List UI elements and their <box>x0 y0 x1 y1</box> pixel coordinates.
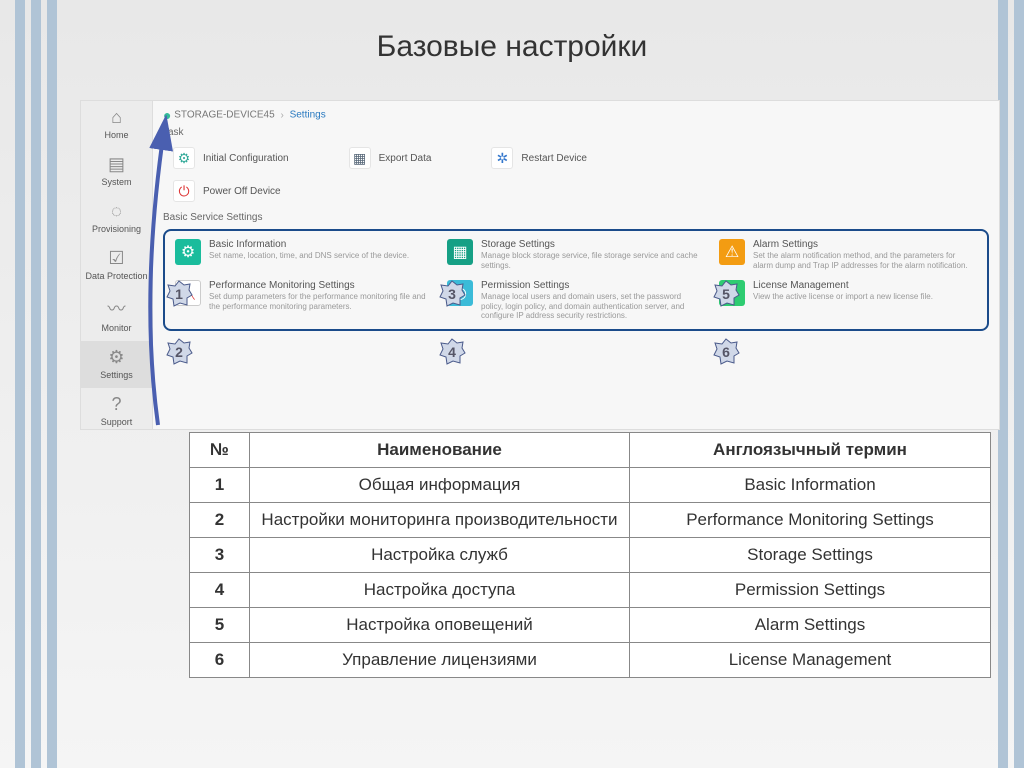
restart-icon: ✲ <box>491 147 513 169</box>
task-label: Restart Device <box>521 153 587 164</box>
card-desc: Manage block storage service, file stora… <box>481 251 705 270</box>
card-basic-information[interactable]: ⚙ Basic InformationSet name, location, t… <box>175 239 433 270</box>
gear-icon: ⚙ <box>108 347 124 368</box>
system-icon: ▤ <box>108 154 125 175</box>
card-permission-settings[interactable]: ◉ Permission SettingsManage local users … <box>447 280 705 321</box>
breadcrumb-device[interactable]: STORAGE-DEVICE45 <box>174 110 274 121</box>
monitor-icon: 〰 <box>108 295 126 321</box>
table-row: 4Настройка доступаPermission Settings <box>190 573 991 608</box>
task-power-off[interactable]: ⏻Power Off Device <box>173 180 281 202</box>
card-desc: View the active license or import a new … <box>753 292 977 302</box>
chevron-right-icon: › <box>280 110 283 121</box>
task-label: Power Off Device <box>203 186 281 197</box>
storage-icon: ▦ <box>447 239 473 265</box>
basic-service-settings-box: ⚙ Basic InformationSet name, location, t… <box>163 229 989 331</box>
callout-badge-4: 4 <box>438 338 466 366</box>
slide-title: Базовые настройки <box>0 0 1024 64</box>
sidebar-item-label: Settings <box>100 370 133 380</box>
card-title: Performance Monitoring Settings <box>209 280 433 291</box>
table-row: 6Управление лицензиямиLicense Management <box>190 643 991 678</box>
card-license-management[interactable]: ✔ License ManagementView the active lice… <box>719 280 977 321</box>
card-desc: Manage local users and domain users, set… <box>481 292 705 321</box>
sidebar-item-label: Monitor <box>101 323 131 333</box>
task-restart-device[interactable]: ✲ Restart Device <box>491 147 587 169</box>
task-label: Initial Configuration <box>203 153 289 164</box>
card-performance-monitoring[interactable]: 〽 Performance Monitoring SettingsSet dum… <box>175 280 433 321</box>
card-title: Alarm Settings <box>753 239 977 250</box>
callout-badge-3: 3 <box>438 280 466 308</box>
card-alarm-settings[interactable]: ⚠ Alarm SettingsSet the alarm notificati… <box>719 239 977 270</box>
breadcrumb: ● STORAGE-DEVICE45 › Settings <box>163 107 989 123</box>
decorative-bars-left <box>15 0 57 768</box>
card-title: Storage Settings <box>481 239 705 250</box>
arrow-annotation <box>130 115 180 435</box>
callout-badge-2: 2 <box>165 338 193 366</box>
sidebar-item-label: Support <box>101 417 133 427</box>
shield-icon: ☑ <box>108 248 124 269</box>
col-num: № <box>190 433 250 468</box>
card-title: License Management <box>753 280 977 291</box>
card-title: Permission Settings <box>481 280 705 291</box>
provisioning-icon: ◌ <box>111 201 122 222</box>
decorative-bars-right <box>998 0 1024 768</box>
callout-badge-6: 6 <box>712 338 740 366</box>
task-initial-configuration[interactable]: ⚙Initial Configuration <box>173 147 289 169</box>
legend-table-wrap: № Наименование Англоязычный термин 1Обща… <box>189 432 991 678</box>
legend-table: № Наименование Англоязычный термин 1Обща… <box>189 432 991 678</box>
card-title: Basic Information <box>209 239 433 250</box>
table-row: 3Настройка службStorage Settings <box>190 538 991 573</box>
section-basic-label: Basic Service Settings <box>163 212 989 223</box>
task-export-data[interactable]: ▦ Export Data <box>349 147 432 169</box>
col-ru: Наименование <box>250 433 630 468</box>
card-desc: Set the alarm notification method, and t… <box>753 251 977 270</box>
card-storage-settings[interactable]: ▦ Storage SettingsManage block storage s… <box>447 239 705 270</box>
card-desc: Set name, location, time, and DNS servic… <box>209 251 433 261</box>
col-en: Англоязычный термин <box>630 433 991 468</box>
task-label: Export Data <box>379 153 432 164</box>
app-frame: ⌂Home ▤System ◌Provisioning ☑Data Protec… <box>80 100 1000 430</box>
section-task-label: Task <box>163 127 989 138</box>
alert-icon: ⚠ <box>719 239 745 265</box>
main-content: ● STORAGE-DEVICE45 › Settings Task ⚙Init… <box>153 101 999 429</box>
callout-badge-5: 5 <box>712 280 740 308</box>
callout-badge-1: 1 <box>165 280 193 308</box>
home-icon: ⌂ <box>111 107 122 128</box>
card-desc: Set dump parameters for the performance … <box>209 292 433 311</box>
table-row: 1Общая информацияBasic Information <box>190 468 991 503</box>
sidebar-item-label: System <box>101 177 131 187</box>
help-icon: ? <box>111 394 121 415</box>
sidebar-item-label: Home <box>104 130 128 140</box>
export-icon: ▦ <box>349 147 371 169</box>
table-row: 5Настройка оповещенийAlarm Settings <box>190 608 991 643</box>
breadcrumb-current: Settings <box>290 110 326 121</box>
table-row: 2Настройки мониторинга производительност… <box>190 503 991 538</box>
